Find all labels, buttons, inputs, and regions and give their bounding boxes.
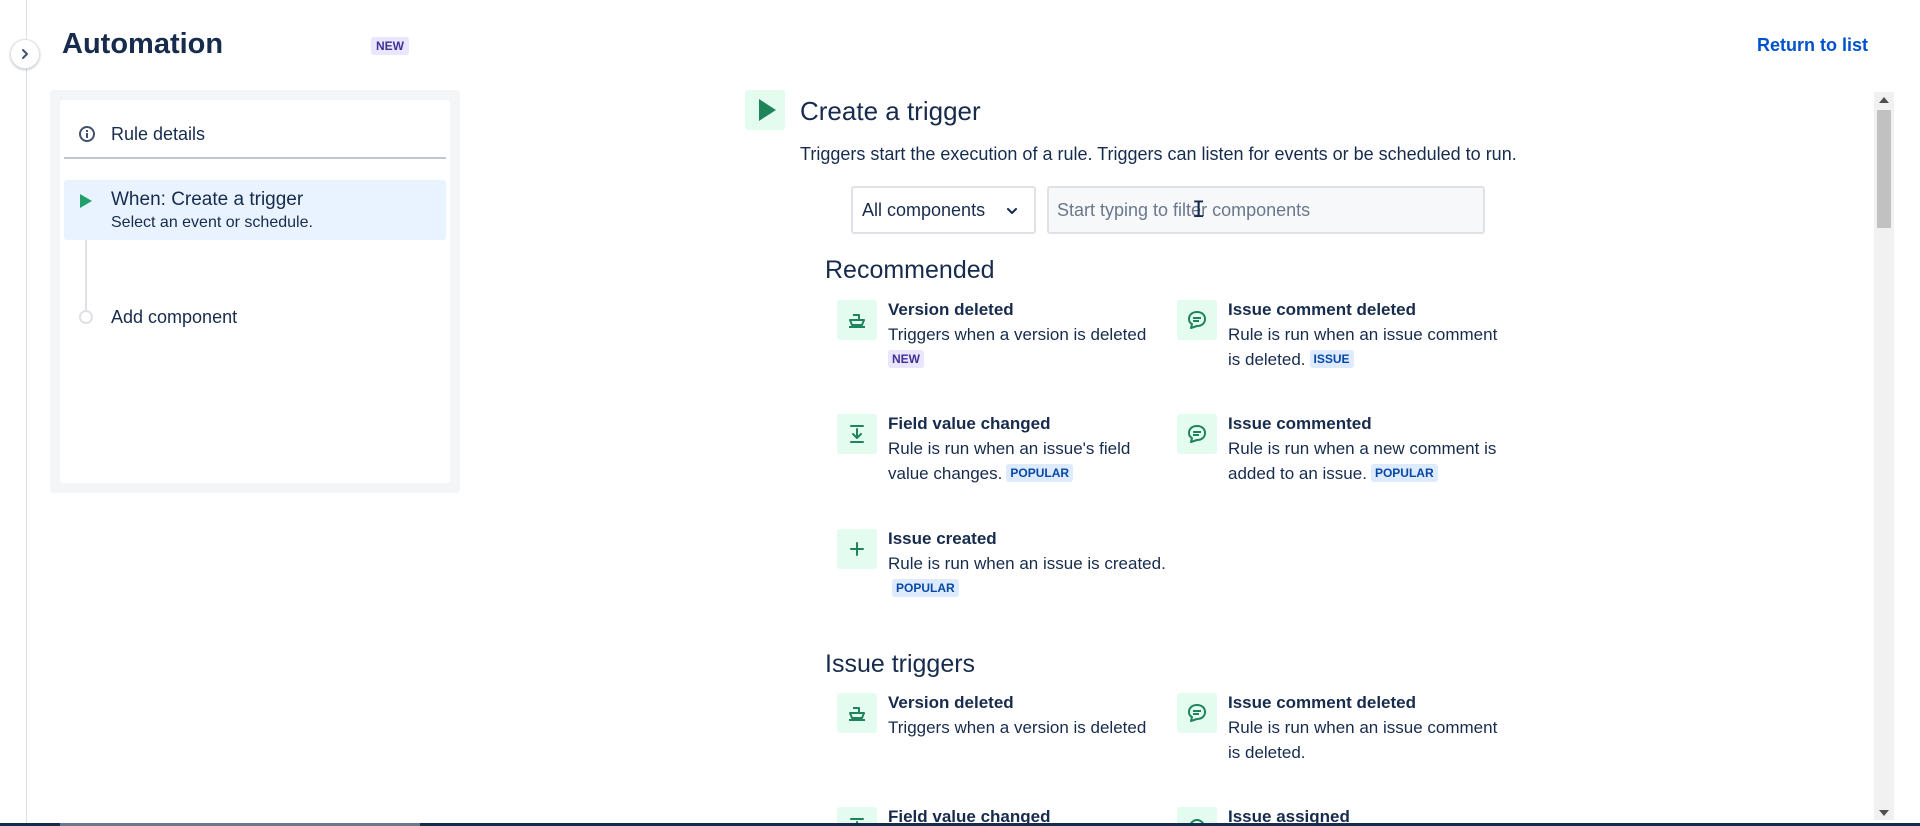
trigger-description: Triggers start the execution of a rule. … — [800, 144, 1517, 164]
trigger-card-description: Rule is run when a new comment is added … — [1228, 439, 1497, 483]
trigger-step-subtitle: Select an event or schedule. — [111, 214, 313, 231]
trigger-card-description: Triggers when a version is deleted — [888, 718, 1147, 737]
trigger-card-title: Issue comment deleted — [1228, 693, 1417, 712]
trigger-card-title: Version deleted — [888, 300, 1014, 319]
new-badge: NEW — [888, 350, 924, 368]
trigger-step-item[interactable]: When: Create a trigger Select an event o… — [64, 180, 446, 240]
filter-components-input[interactable] — [1047, 186, 1485, 234]
step-dot — [79, 310, 93, 324]
left-rail — [0, 0, 27, 826]
trigger-card-description: Rule is run when an issue comment is del… — [1228, 325, 1498, 369]
page-title: Automation — [62, 28, 224, 60]
trigger-card-description: Rule is run when an issue's field value … — [888, 439, 1131, 483]
issue-triggers-heading: Issue triggers — [825, 650, 976, 678]
recommended-heading: Recommended — [825, 256, 995, 284]
trigger-card-title: Version deleted — [888, 693, 1014, 712]
issue-badge: ISSUE — [1309, 350, 1354, 368]
ship-icon — [837, 300, 877, 340]
return-to-list-link[interactable]: Return to list — [1757, 35, 1868, 56]
divider — [64, 157, 446, 159]
popular-badge: POPULAR — [1006, 464, 1074, 482]
trigger-card-title: Issue commented — [1228, 414, 1372, 433]
scrollbar[interactable] — [1874, 92, 1894, 820]
trigger-card-description: Rule is run when an issue comment is del… — [1228, 718, 1498, 762]
field-change-icon — [837, 414, 877, 454]
component-type-select[interactable]: All components — [851, 186, 1036, 234]
popular-badge: POPULAR — [892, 579, 959, 597]
comment-icon — [1177, 300, 1217, 340]
comment-icon — [1177, 693, 1217, 733]
text-cursor-icon: I — [1192, 198, 1206, 223]
trigger-card-description: Rule is run when an issue is created.POP… — [888, 554, 1166, 597]
rule-details-item[interactable]: Rule details — [64, 112, 446, 156]
plus-icon — [837, 529, 877, 569]
trigger-card-title: Issue comment deleted — [1228, 300, 1417, 319]
trigger-card-description: Triggers when a version is deleted NEW — [888, 325, 1147, 368]
comment-icon — [1177, 414, 1217, 454]
play-icon — [80, 194, 92, 208]
info-icon — [79, 126, 95, 142]
step-connector — [85, 240, 87, 310]
popular-badge: POPULAR — [1370, 464, 1438, 482]
ship-icon — [837, 693, 877, 733]
expand-sidebar-button[interactable] — [10, 39, 40, 69]
scrollbar-thumb[interactable] — [1877, 110, 1891, 228]
scroll-up-icon[interactable] — [1879, 97, 1889, 103]
chevron-right-icon — [22, 49, 28, 59]
trigger-step-title: When: Create a trigger — [111, 189, 304, 210]
create-trigger-heading: Create a trigger — [800, 96, 981, 126]
trigger-card-title: Field value changed — [888, 414, 1051, 433]
component-type-value: All components — [862, 199, 986, 220]
trigger-card-title: Issue created — [888, 529, 997, 548]
rule-details-label: Rule details — [111, 123, 206, 144]
chevron-down-icon — [1007, 208, 1017, 214]
new-badge: NEW — [371, 37, 409, 55]
scroll-down-icon[interactable] — [1879, 810, 1889, 816]
add-component-item[interactable]: Add component — [111, 307, 237, 328]
trigger-play-icon — [745, 90, 785, 130]
